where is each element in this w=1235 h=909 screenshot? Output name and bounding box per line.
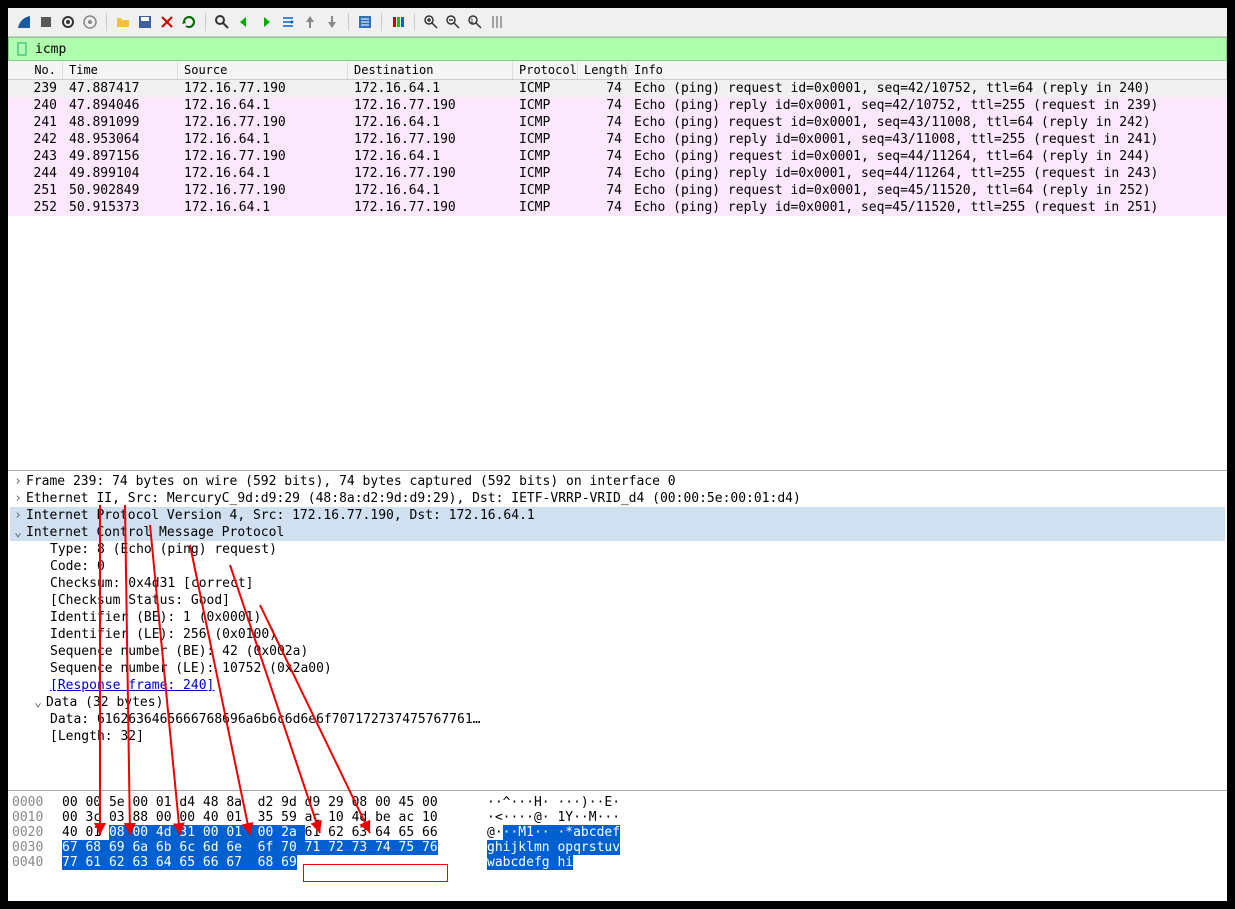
data-bytes[interactable]: Data: 6162636465666768696a6b6c6d6e6f7071… (10, 711, 1225, 728)
main-toolbar: 1 (8, 8, 1227, 37)
packet-row[interactable]: 24248.953064172.16.64.1172.16.77.190ICMP… (8, 131, 1227, 148)
autoscroll-icon[interactable] (355, 12, 375, 32)
hex-row[interactable]: 001000 3c 03 88 00 00 40 01 35 59 ac 10 … (12, 810, 1223, 825)
chevron-right-icon[interactable]: › (10, 474, 26, 489)
svg-text:1: 1 (470, 18, 474, 25)
options-icon[interactable] (80, 12, 100, 32)
col-no[interactable]: No. (8, 61, 63, 79)
icmp-code[interactable]: Code: 0 (10, 558, 1225, 575)
tree-frame[interactable]: ›Frame 239: 74 bytes on wire (592 bits),… (10, 473, 1225, 490)
col-source[interactable]: Source (178, 61, 348, 79)
hex-row[interactable]: 004077 61 62 63 64 65 66 67 68 69wabcdef… (12, 855, 1223, 870)
packet-row[interactable]: 24349.897156172.16.77.190172.16.64.1ICMP… (8, 148, 1227, 165)
icmp-response-frame[interactable]: [Response frame: 240] (10, 677, 1225, 694)
hex-row[interactable]: 003067 68 69 6a 6b 6c 6d 6e 6f 70 71 72 … (12, 840, 1223, 855)
search-icon[interactable] (212, 12, 232, 32)
icmp-checksum[interactable]: Checksum: 0x4d31 [correct] (10, 575, 1225, 592)
folder-icon[interactable] (113, 12, 133, 32)
zoom-out-icon[interactable] (443, 12, 463, 32)
icmp-type[interactable]: Type: 8 (Echo (ping) request) (10, 541, 1225, 558)
packet-list-pane[interactable]: No. Time Source Destination Protocol Len… (8, 61, 1227, 471)
display-filter-bar (8, 37, 1227, 61)
chevron-right-icon[interactable]: › (10, 491, 26, 506)
icmp-seq-le[interactable]: Sequence number (LE): 10752 (0x2a00) (10, 660, 1225, 677)
icmp-checksum-status[interactable]: [Checksum Status: Good] (10, 592, 1225, 609)
chevron-down-icon[interactable]: ⌄ (10, 525, 26, 540)
tree-ethernet[interactable]: ›Ethernet II, Src: MercuryC_9d:d9:29 (48… (10, 490, 1225, 507)
packet-row[interactable]: 24047.894046172.16.64.1172.16.77.190ICMP… (8, 97, 1227, 114)
filter-input[interactable] (35, 42, 1222, 57)
first-icon[interactable] (300, 12, 320, 32)
bookmark-icon[interactable] (13, 40, 31, 58)
shark-fin-icon[interactable] (14, 12, 34, 32)
col-length[interactable]: Length (578, 61, 628, 79)
icmp-id-le[interactable]: Identifier (LE): 256 (0x0100) (10, 626, 1225, 643)
last-icon[interactable] (322, 12, 342, 32)
packet-row[interactable]: 24449.899104172.16.64.1172.16.77.190ICMP… (8, 165, 1227, 182)
close-icon[interactable] (157, 12, 177, 32)
stop-icon[interactable] (36, 12, 56, 32)
tree-icmp[interactable]: ⌄Internet Control Message Protocol (10, 524, 1225, 541)
packet-row[interactable]: 23947.887417172.16.77.190172.16.64.1ICMP… (8, 80, 1227, 97)
chevron-down-icon[interactable]: ⌄ (30, 695, 46, 710)
tree-ip[interactable]: ›Internet Protocol Version 4, Src: 172.1… (10, 507, 1225, 524)
resize-cols-icon[interactable] (487, 12, 507, 32)
packet-row[interactable]: 24148.891099172.16.77.190172.16.64.1ICMP… (8, 114, 1227, 131)
zoom-fit-icon[interactable]: 1 (465, 12, 485, 32)
packet-details-pane[interactable]: ›Frame 239: 74 bytes on wire (592 bits),… (8, 471, 1227, 791)
chevron-right-icon[interactable]: › (10, 508, 26, 523)
packet-bytes-pane[interactable]: 000000 00 5e 00 01 d4 48 8a d2 9d d9 29 … (8, 791, 1227, 901)
reload-icon[interactable] (179, 12, 199, 32)
data-length[interactable]: [Length: 32] (10, 728, 1225, 745)
col-info[interactable]: Info (628, 61, 1227, 79)
col-time[interactable]: Time (63, 61, 178, 79)
restart-icon[interactable] (58, 12, 78, 32)
zoom-in-icon[interactable] (421, 12, 441, 32)
packet-row[interactable]: 25250.915373172.16.64.1172.16.77.190ICMP… (8, 199, 1227, 216)
col-protocol[interactable]: Protocol (513, 61, 578, 79)
save-icon[interactable] (135, 12, 155, 32)
icmp-seq-be[interactable]: Sequence number (BE): 42 (0x002a) (10, 643, 1225, 660)
hex-row[interactable]: 002040 01 08 00 4d 31 00 01 00 2a 61 62 … (12, 825, 1223, 840)
icmp-id-be[interactable]: Identifier (BE): 1 (0x0001) (10, 609, 1225, 626)
packet-row[interactable]: 25150.902849172.16.77.190172.16.64.1ICMP… (8, 182, 1227, 199)
forward-icon[interactable] (256, 12, 276, 32)
col-destination[interactable]: Destination (348, 61, 513, 79)
goto-icon[interactable] (278, 12, 298, 32)
packet-list-header: No. Time Source Destination Protocol Len… (8, 61, 1227, 80)
colorize-icon[interactable] (388, 12, 408, 32)
hex-row[interactable]: 000000 00 5e 00 01 d4 48 8a d2 9d d9 29 … (12, 795, 1223, 810)
tree-data[interactable]: ⌄Data (32 bytes) (10, 694, 1225, 711)
back-icon[interactable] (234, 12, 254, 32)
